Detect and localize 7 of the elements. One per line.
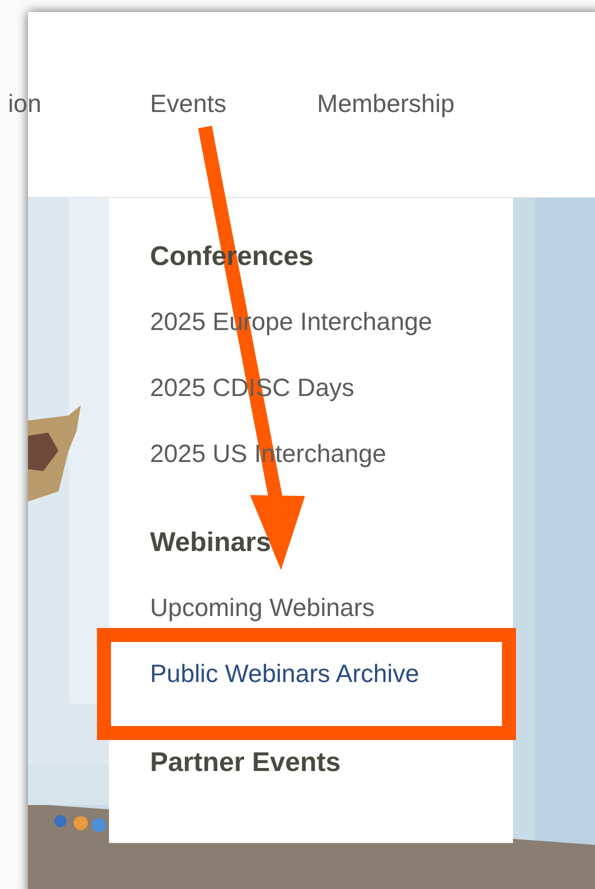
nav-link[interactable]: ion (8, 86, 150, 124)
menu-heading: Webinars (150, 526, 272, 559)
nav-link[interactable]: Events (150, 86, 317, 124)
menu-link[interactable]: Upcoming Webinars (150, 593, 375, 623)
menu-link[interactable]: Public Webinars Archive (150, 659, 420, 689)
menu-heading: Partner Events (150, 746, 341, 779)
nav-link[interactable]: Membership (317, 86, 484, 124)
